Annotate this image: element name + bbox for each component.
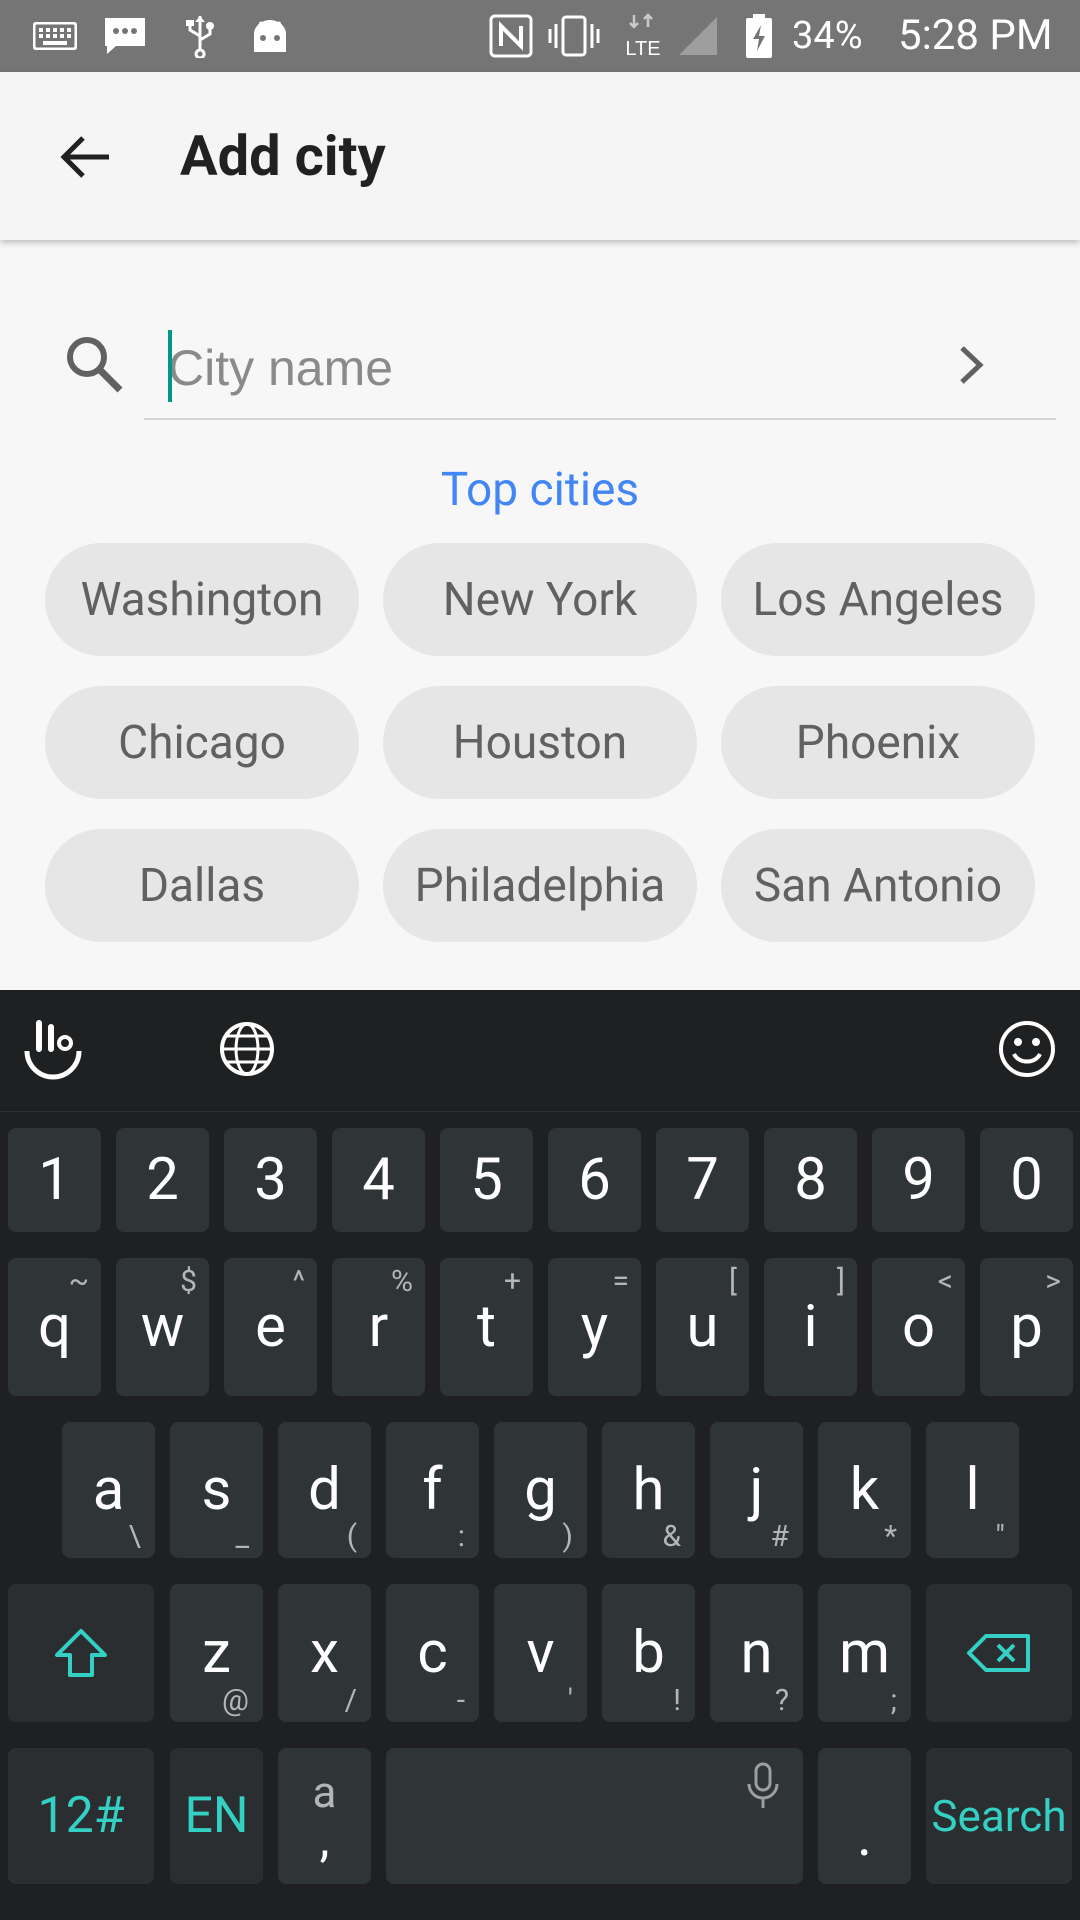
key-1[interactable]: 1: [8, 1128, 101, 1232]
city-chip[interactable]: Philadelphia: [383, 829, 697, 942]
battery-percent: 34%: [792, 14, 863, 58]
status-time: 5:28 PM: [898, 11, 1053, 60]
key-q[interactable]: ~ q: [8, 1258, 101, 1396]
text-cursor: [168, 330, 172, 402]
key-b[interactable]: b!: [602, 1584, 695, 1722]
globe-icon[interactable]: [212, 1014, 282, 1084]
key-j[interactable]: j #: [710, 1422, 803, 1558]
key-7[interactable]: 7: [656, 1128, 749, 1232]
city-chip[interactable]: Phoenix: [721, 686, 1035, 799]
top-cities-grid: Washington New York Los Angeles Chicago …: [45, 543, 1035, 942]
key-l[interactable]: l ": [926, 1422, 1019, 1558]
key-f[interactable]: f:: [386, 1422, 479, 1558]
message-icon: [100, 14, 150, 58]
shift-icon[interactable]: [8, 1584, 154, 1722]
key-i[interactable]: ] i: [764, 1258, 857, 1396]
city-chip[interactable]: New York: [383, 543, 697, 656]
android-icon: [248, 14, 292, 58]
period-key[interactable]: .: [818, 1748, 911, 1884]
city-chip[interactable]: San Antonio: [721, 829, 1035, 942]
key-6[interactable]: 6: [548, 1128, 641, 1232]
symbols-key[interactable]: 12#: [8, 1748, 154, 1884]
battery-icon: [742, 14, 776, 58]
swipe-gesture-icon[interactable]: [18, 1014, 88, 1084]
key-u[interactable]: [u: [656, 1258, 749, 1396]
key-5[interactable]: 5: [440, 1128, 533, 1232]
lte-icon: LTE: [620, 13, 666, 59]
key-x[interactable]: x /: [278, 1584, 371, 1722]
key-n[interactable]: n?: [710, 1584, 803, 1722]
keyboard-toolbar: [0, 990, 1080, 1112]
key-c[interactable]: c-: [386, 1584, 479, 1722]
microphone-icon: [745, 1762, 781, 1814]
space-key[interactable]: [386, 1748, 803, 1884]
backspace-icon[interactable]: [926, 1584, 1072, 1722]
key-v[interactable]: v ': [494, 1584, 587, 1722]
language-key[interactable]: EN: [170, 1748, 263, 1884]
city-search-field[interactable]: [144, 320, 1056, 420]
key-o[interactable]: < o: [872, 1258, 965, 1396]
app-bar: Add city: [0, 72, 1080, 240]
key-e[interactable]: ^ e: [224, 1258, 317, 1396]
signal-icon: [676, 14, 720, 58]
key-s[interactable]: s _: [170, 1422, 263, 1558]
nfc-icon: [488, 14, 534, 58]
top-cities-label: Top cities: [440, 463, 640, 517]
key-4[interactable]: 4: [332, 1128, 425, 1232]
key-g[interactable]: g): [494, 1422, 587, 1558]
key-r[interactable]: % r: [332, 1258, 425, 1396]
svg-text:LTE: LTE: [625, 38, 660, 59]
key-0[interactable]: 0: [980, 1128, 1073, 1232]
keyboard-icon: [30, 14, 80, 58]
key-a[interactable]: a \: [62, 1422, 155, 1558]
search-key[interactable]: Search: [926, 1748, 1072, 1884]
status-bar: LTE 34% 5:28 PM: [0, 0, 1080, 72]
page-title: Add city: [180, 123, 386, 189]
soft-keyboard: 1 2 3 4 5 6 7 8 9 0 ~ q $ w ^ e % r + t = y [u…: [0, 990, 1080, 1920]
search-icon: [62, 332, 126, 396]
city-name-input[interactable]: [168, 328, 948, 408]
city-chip[interactable]: Chicago: [45, 686, 359, 799]
key-d[interactable]: d(: [278, 1422, 371, 1558]
key-w[interactable]: $ w: [116, 1258, 209, 1396]
key-p[interactable]: > p: [980, 1258, 1073, 1396]
punctuation-key[interactable]: a ,: [278, 1748, 371, 1884]
key-8[interactable]: 8: [764, 1128, 857, 1232]
city-chip[interactable]: Dallas: [45, 829, 359, 942]
usb-icon: [178, 14, 222, 58]
key-3[interactable]: 3: [224, 1128, 317, 1232]
key-h[interactable]: h &: [602, 1422, 695, 1558]
key-k[interactable]: k *: [818, 1422, 911, 1558]
city-chip[interactable]: Los Angeles: [721, 543, 1035, 656]
arrow-back-icon[interactable]: [40, 112, 130, 202]
key-y[interactable]: = y: [548, 1258, 641, 1396]
key-2[interactable]: 2: [116, 1128, 209, 1232]
emoji-icon[interactable]: [992, 1014, 1062, 1084]
chevron-right-icon[interactable]: [946, 340, 996, 390]
key-t[interactable]: + t: [440, 1258, 533, 1396]
key-9[interactable]: 9: [872, 1128, 965, 1232]
key-m[interactable]: m;: [818, 1584, 911, 1722]
city-chip[interactable]: Washington: [45, 543, 359, 656]
city-chip[interactable]: Houston: [383, 686, 697, 799]
vibrate-icon: [546, 14, 602, 58]
key-z[interactable]: z @: [170, 1584, 263, 1722]
